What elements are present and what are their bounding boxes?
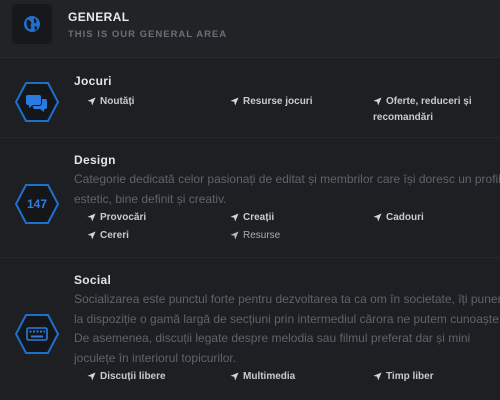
navigation-arrow-icon: [87, 213, 96, 222]
subforum-link[interactable]: Resurse: [230, 228, 280, 244]
subforum-link[interactable]: Discuții libere: [87, 369, 166, 385]
post-count-badge: 147: [15, 184, 59, 224]
navigation-arrow-icon: [230, 231, 239, 240]
forum-title-design[interactable]: Design: [74, 153, 116, 167]
chat-bubbles-icon: [15, 82, 59, 122]
subforum-link[interactable]: Oferte, reduceri și recomandări: [373, 94, 472, 126]
subforum-link[interactable]: Provocări: [87, 210, 146, 226]
navigation-arrow-icon: [230, 97, 239, 106]
subforum-link[interactable]: Cereri: [87, 228, 129, 244]
subforum-link[interactable]: Noutăți: [87, 94, 134, 110]
category-title[interactable]: GENERAL: [68, 10, 129, 24]
subforum-link[interactable]: Creații: [230, 210, 274, 226]
category-subtitle: THIS IS OUR GENERAL AREA: [68, 29, 228, 40]
forum-title-jocuri[interactable]: Jocuri: [74, 74, 112, 88]
subforum-link[interactable]: Timp liber: [373, 369, 434, 385]
subforum-link[interactable]: Multimedia: [230, 369, 295, 385]
navigation-arrow-icon: [87, 231, 96, 240]
subforum-link[interactable]: Cadouri: [373, 210, 424, 226]
navigation-arrow-icon: [373, 97, 382, 106]
category-header: GENERAL THIS IS OUR GENERAL AREA: [0, 0, 500, 58]
forum-description: Socializarea este punctul forte pentru d…: [74, 292, 500, 365]
forum-row-design: 147 Design Categorie dedicată celor pasi…: [0, 138, 500, 258]
navigation-arrow-icon: [373, 213, 382, 222]
forum-index: GENERAL THIS IS OUR GENERAL AREA Jocuri …: [0, 0, 500, 400]
globe-icon: [24, 16, 40, 32]
navigation-arrow-icon: [230, 213, 239, 222]
subforum-link[interactable]: Resurse jocuri: [230, 94, 312, 110]
navigation-arrow-icon: [87, 97, 96, 106]
post-count: 147: [26, 197, 48, 211]
keyboard-icon: [15, 314, 59, 354]
forum-title-social[interactable]: Social: [74, 273, 111, 287]
forum-row-jocuri: Jocuri Noutăți Resurse jocuri Oferte, re…: [0, 58, 500, 138]
forum-row-social: Social Socializarea este punctul forte p…: [0, 258, 500, 400]
category-icon-box: [12, 4, 52, 44]
navigation-arrow-icon: [87, 372, 96, 381]
forum-description: Categorie dedicată celor pasionați de ed…: [74, 172, 500, 206]
navigation-arrow-icon: [373, 372, 382, 381]
navigation-arrow-icon: [230, 372, 239, 381]
